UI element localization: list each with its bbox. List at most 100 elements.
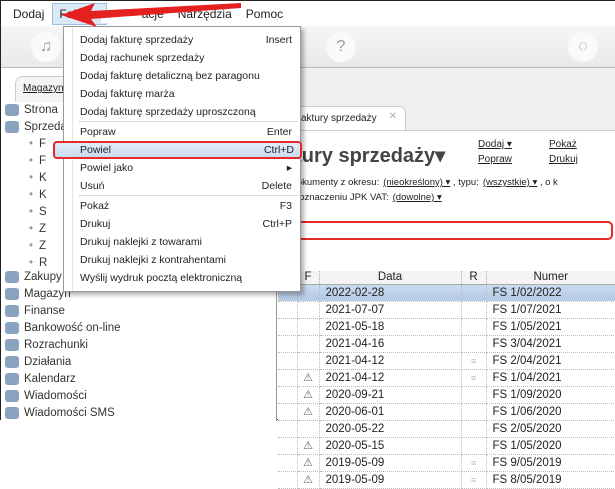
drukuj-link[interactable]: Drukuj <box>549 154 578 165</box>
table-row[interactable]: 2020-05-22 FS 2/05/2020 <box>278 420 615 438</box>
col-r[interactable]: R <box>461 271 487 285</box>
module-icon <box>5 355 19 368</box>
menu-item-shortcut: Enter <box>266 126 292 138</box>
sidebar-module[interactable]: Zakupy <box>5 268 62 285</box>
sidebar-module[interactable]: Bankowość on-line <box>5 319 121 336</box>
menu-item-shortcut: Ctrl+D <box>263 144 294 156</box>
table-row[interactable]: ⚠ 2020-05-15 FS 1/05/2020 <box>278 437 615 455</box>
menu-item-label: Powiel <box>80 144 111 156</box>
menu-item[interactable]: Pokaż F3 <box>78 197 296 215</box>
sidebar-subitem[interactable]: Z <box>29 223 46 235</box>
tab-label: aktury sprzedaży <box>301 113 377 124</box>
tab-magazyn[interactable]: Magazyn <box>23 83 64 94</box>
menu-item[interactable]: Dodaj fakturę sprzedaży Insert <box>78 31 296 49</box>
date-cell: 2020-09-21 <box>319 386 462 404</box>
module-icon <box>5 270 19 283</box>
jpk-dropdown[interactable]: (dowolne) ▾ <box>393 192 442 203</box>
receipt-icon <box>461 437 487 455</box>
menu-item[interactable]: Popraw Enter <box>78 123 296 141</box>
table-row[interactable]: 2021-07-07 FS 1/07/2021 <box>278 301 615 319</box>
col-data[interactable]: Data <box>319 271 462 285</box>
table-row[interactable]: 2021-04-16 FS 3/04/2021 <box>278 335 615 353</box>
table-row[interactable]: 2021-05-18 FS 1/05/2021 <box>278 318 615 336</box>
number-cell: FS 2/05/2020 <box>486 420 615 438</box>
menu-item[interactable]: Usuń Delete <box>78 177 296 195</box>
menu-item[interactable]: Dodaj fakturę sprzedaży uproszczoną <box>78 103 296 121</box>
sidebar-module[interactable]: Działania <box>5 353 71 370</box>
sidebar-module[interactable]: Magazyn <box>5 285 71 302</box>
module-icon <box>5 389 19 402</box>
sidebar-subitem[interactable]: Z <box>29 240 46 252</box>
close-tab-icon[interactable]: ✕ <box>389 111 397 122</box>
table-row[interactable]: ⚠ 2021-04-12 ≡ FS 1/04/2021 <box>278 369 615 387</box>
status-cell <box>278 471 298 489</box>
receipt-icon <box>461 284 487 302</box>
dodaj-link[interactable]: Dodaj ▾ <box>478 139 512 150</box>
jpk-label: , o oznaczeniu JPK VAT: <box>286 192 389 203</box>
table-row[interactable]: ⚠ 2019-05-09 ≡ FS 8/05/2019 <box>278 471 615 489</box>
number-cell: FS 1/02/2022 <box>486 284 615 302</box>
sidebar-module[interactable]: Finanse <box>5 302 65 319</box>
sidebar-module[interactable]: Kalendarz <box>5 370 76 387</box>
date-cell: 2020-05-15 <box>319 437 462 455</box>
tab-faktury-sprzedazy[interactable]: aktury sprzedaży ✕ <box>284 106 406 130</box>
menu-item-label: Drukuj naklejki z kontrahentami <box>80 254 226 266</box>
warning-icon: ⚠ <box>297 369 320 387</box>
warning-icon: ⚠ <box>297 386 320 404</box>
receipt-icon <box>461 335 487 353</box>
sidebar-module-label: Rozrachunki <box>24 338 88 351</box>
menu-item[interactable]: Wyślij wydruk pocztą elektroniczną <box>78 269 296 287</box>
sidebar-subitem[interactable]: K <box>29 189 47 201</box>
date-cell: 2020-05-22 <box>319 420 462 438</box>
menu-dodaj[interactable]: Dodaj <box>7 4 50 24</box>
number-cell: FS 8/05/2019 <box>486 471 615 489</box>
help-icon[interactable]: ? <box>326 32 356 62</box>
status-cell <box>278 437 298 455</box>
sidebar-subitem[interactable]: K <box>29 172 47 184</box>
sidebar-subitem[interactable]: S <box>29 206 47 218</box>
menu-item-label: Wyślij wydruk pocztą elektroniczną <box>80 272 243 284</box>
menu-item-shortcut: F3 <box>279 200 292 212</box>
menu-item[interactable]: Drukuj Ctrl+P <box>78 215 296 233</box>
module-icon <box>5 287 19 300</box>
status-cell <box>278 403 298 421</box>
pokaz-link[interactable]: Pokaż <box>549 139 577 150</box>
home-icon[interactable]: ♫ <box>31 32 61 62</box>
table-row[interactable]: ⚠ 2019-05-09 ≡ FS 9/05/2019 <box>278 454 615 472</box>
col-numer[interactable]: Numer <box>486 271 615 285</box>
sidebar-module[interactable]: Wiadomości SMS <box>5 404 115 421</box>
type-dropdown[interactable]: (wszystkie) ▾ <box>483 177 537 188</box>
menu-item-shortcut: ▸ <box>286 162 292 174</box>
menu-item[interactable]: Dodaj fakturę marża <box>78 85 296 103</box>
sidebar-subitem[interactable]: F <box>29 138 46 150</box>
module-icon <box>5 372 19 385</box>
table-row[interactable]: ⚠ 2020-09-21 FS 1/09/2020 <box>278 386 615 404</box>
invoice-table: S F Data R Numer 2022-02-28FS 1/02/20222… <box>278 271 615 489</box>
sidebar-subitem[interactable]: F <box>29 155 46 167</box>
menu-item[interactable]: Drukuj naklejki z kontrahentami <box>78 251 296 269</box>
date-cell: 2021-07-07 <box>319 301 462 319</box>
receipt-icon <box>461 386 487 404</box>
table-row[interactable]: ⚠ 2020-06-01 FS 1/06/2020 <box>278 403 615 421</box>
menu-separator <box>78 121 298 122</box>
receipt-icon <box>461 403 487 421</box>
menu-item[interactable]: Powiel Ctrl+D <box>53 141 302 159</box>
date-cell: 2019-05-09 <box>319 471 462 489</box>
warning-icon <box>297 301 320 319</box>
sidebar-module[interactable]: Rozrachunki <box>5 336 88 353</box>
table-row[interactable]: 2021-04-12 ≡ FS 2/04/2021 <box>278 352 615 370</box>
sidebar-item[interactable]: Strona <box>5 101 58 118</box>
page-title[interactable]: ktury sprzedaży▾ <box>284 143 445 168</box>
sidebar-module[interactable]: Wiadomości <box>5 387 87 404</box>
menu-item[interactable]: Dodaj fakturę detaliczną bez paragonu <box>78 67 296 85</box>
menu-item-label: Popraw <box>80 126 116 138</box>
warning-icon <box>297 318 320 336</box>
popraw-link[interactable]: Popraw <box>478 154 512 165</box>
menu-item[interactable]: Dodaj rachunek sprzedaży <box>78 49 296 67</box>
table-row[interactable]: 2022-02-28 FS 1/02/2022 <box>278 284 615 302</box>
menu-item[interactable]: Drukuj naklejki z towarami <box>78 233 296 251</box>
receipt-icon: ≡ <box>461 369 487 387</box>
status-cell <box>278 386 298 404</box>
period-dropdown[interactable]: (nieokreślony) ▾ <box>383 177 450 188</box>
menu-item[interactable]: Powiel jako ▸ <box>78 159 296 177</box>
